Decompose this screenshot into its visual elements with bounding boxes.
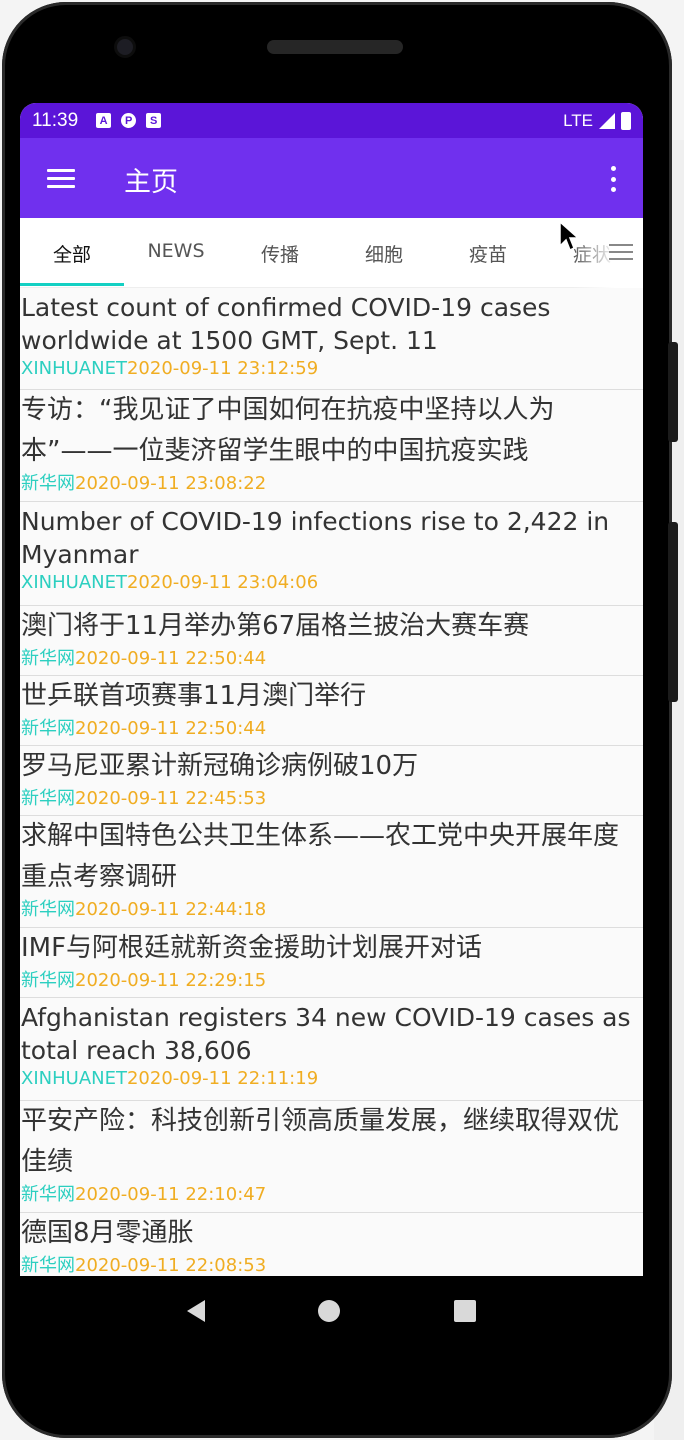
news-source: 新华网 [21,718,75,739]
news-title: 专访：“我见证了中国如何在抗疫中坚持以人为本”——一位斐济留学生眼中的中国抗疫实… [21,395,555,466]
news-title: 澳门将于11月举办第67届格兰披治大赛车赛 [21,611,530,641]
news-time: 2020-09-11 22:29:15 [75,970,267,991]
news-time: 2020-09-11 22:44:18 [75,899,267,920]
news-title: 平安产险：科技创新引领高质量发展，继续取得双优佳绩 [21,1106,620,1177]
category-tabs: 全部 NEWS 传播 细胞 疫苗 症状 [20,218,643,288]
list-item[interactable]: 平安产险：科技创新引领高质量发展，继续取得双优佳绩 新华网2020-09-11 … [20,1101,643,1213]
news-source: XINHUANET [21,358,127,379]
news-list[interactable]: Latest count of confirmed COVID-19 cases… [20,288,643,1276]
news-title: Latest count of confirmed COVID-19 cases… [21,293,551,355]
more-vert-icon[interactable] [611,166,617,192]
news-source: XINHUANET [21,1068,127,1089]
news-source: 新华网 [21,648,75,669]
home-circle-icon[interactable] [318,1300,341,1322]
app-p-icon: P [121,113,137,128]
battery-icon [621,111,631,130]
volume-button [668,342,678,442]
list-item[interactable]: 世乒联首项赛事11月澳门举行 新华网2020-09-11 22:50:44 [20,676,643,746]
sd-card-icon: S [146,113,162,128]
network-type: LTE [563,110,593,130]
notification-icons: A P S [96,113,162,128]
tab-spread[interactable]: 传播 [228,240,332,267]
news-meta: 新华网2020-09-11 22:45:53 [21,787,643,811]
news-meta: 新华网2020-09-11 22:44:18 [21,898,643,922]
news-meta: 新华网2020-09-11 22:50:44 [21,647,643,671]
news-source: 新华网 [21,1184,75,1205]
hamburger-menu-icon[interactable] [47,169,75,189]
tab-vaccine[interactable]: 疫苗 [436,240,540,267]
status-bar: 11:39 A P S LTE [20,103,643,138]
news-source: 新华网 [21,788,75,809]
signal-icon [599,112,615,129]
news-time: 2020-09-11 22:08:53 [75,1255,267,1276]
device-stage: 11:39 A P S LTE 主页 全部 NEWS 传播 细胞 疫苗 Late… [0,0,684,1440]
news-source: 新华网 [21,473,75,494]
recents-square-icon[interactable] [454,1300,477,1322]
news-source: 新华网 [21,970,75,991]
phone-screen: 11:39 A P S LTE 主页 全部 NEWS 传播 细胞 疫苗 Late… [20,103,643,1276]
app-bar: 主页 [20,138,643,218]
news-meta: XINHUANET2020-09-11 22:11:19 [21,1067,643,1091]
list-item[interactable]: 专访：“我见证了中国如何在抗疫中坚持以人为本”——一位斐济留学生眼中的中国抗疫实… [20,390,643,502]
app-a-icon: A [96,113,112,128]
page-title: 主页 [124,167,178,198]
news-title: 世乒联首项赛事11月澳门举行 [21,681,367,711]
news-time: 2020-09-11 22:50:44 [75,648,267,669]
news-source: XINHUANET [21,572,127,593]
news-meta: XINHUANET2020-09-11 23:04:06 [21,571,643,595]
tab-all[interactable]: 全部 [20,240,124,267]
status-time: 11:39 [32,109,79,131]
tab-indicator [20,283,124,286]
news-source: 新华网 [21,1255,75,1276]
news-time: 2020-09-11 22:11:19 [126,1068,319,1089]
news-time: 2020-09-11 23:08:22 [75,473,267,494]
list-item[interactable]: IMF与阿根廷就新资金援助计划展开对话 新华网2020-09-11 22:29:… [20,928,643,998]
news-time: 2020-09-11 23:04:06 [126,572,319,593]
tab-cell[interactable]: 细胞 [332,240,436,267]
news-title: Afghanistan registers 34 new COVID-19 ca… [21,1003,631,1065]
news-time: 2020-09-11 22:10:47 [75,1184,267,1205]
news-meta: 新华网2020-09-11 22:10:47 [21,1183,643,1207]
news-meta: 新华网2020-09-11 22:08:53 [21,1254,643,1276]
front-camera [114,36,136,58]
system-nav-bar [20,1276,643,1346]
earpiece-speaker [267,40,403,54]
list-item[interactable]: Latest count of confirmed COVID-19 cases… [20,288,643,390]
news-meta: 新华网2020-09-11 22:29:15 [21,969,643,993]
list-item[interactable]: Afghanistan registers 34 new COVID-19 ca… [20,998,643,1101]
news-title: IMF与阿根廷就新资金援助计划展开对话 [21,933,483,963]
power-button [668,522,678,702]
tab-list-icon[interactable] [609,244,633,260]
list-item[interactable]: 德国8月零通胀 新华网2020-09-11 22:08:53 [20,1213,643,1276]
news-time: 2020-09-11 23:12:59 [126,358,319,379]
news-meta: XINHUANET2020-09-11 23:12:59 [21,357,643,381]
news-title: Number of COVID-19 infections rise to 2,… [21,507,610,569]
mouse-cursor-icon [559,220,580,252]
list-item[interactable]: 罗马尼亚累计新冠确诊病例破10万 新华网2020-09-11 22:45:53 [20,746,643,816]
news-source: 新华网 [21,899,75,920]
list-item[interactable]: Number of COVID-19 infections rise to 2,… [20,502,643,606]
news-title: 求解中国特色公共卫生体系——农工党中央开展年度重点考察调研 [21,821,620,892]
news-title: 罗马尼亚累计新冠确诊病例破10万 [21,751,419,781]
news-time: 2020-09-11 22:45:53 [75,788,267,809]
list-item[interactable]: 澳门将于11月举办第67届格兰披治大赛车赛 新华网2020-09-11 22:5… [20,606,643,676]
list-item[interactable]: 求解中国特色公共卫生体系——农工党中央开展年度重点考察调研 新华网2020-09… [20,816,643,928]
news-title: 德国8月零通胀 [21,1218,194,1248]
news-meta: 新华网2020-09-11 23:08:22 [21,472,643,496]
tab-news[interactable]: NEWS [124,240,228,262]
status-right: LTE [563,111,631,131]
news-meta: 新华网2020-09-11 22:50:44 [21,717,643,741]
back-triangle-icon[interactable] [186,1300,205,1322]
news-time: 2020-09-11 22:50:44 [75,718,267,739]
